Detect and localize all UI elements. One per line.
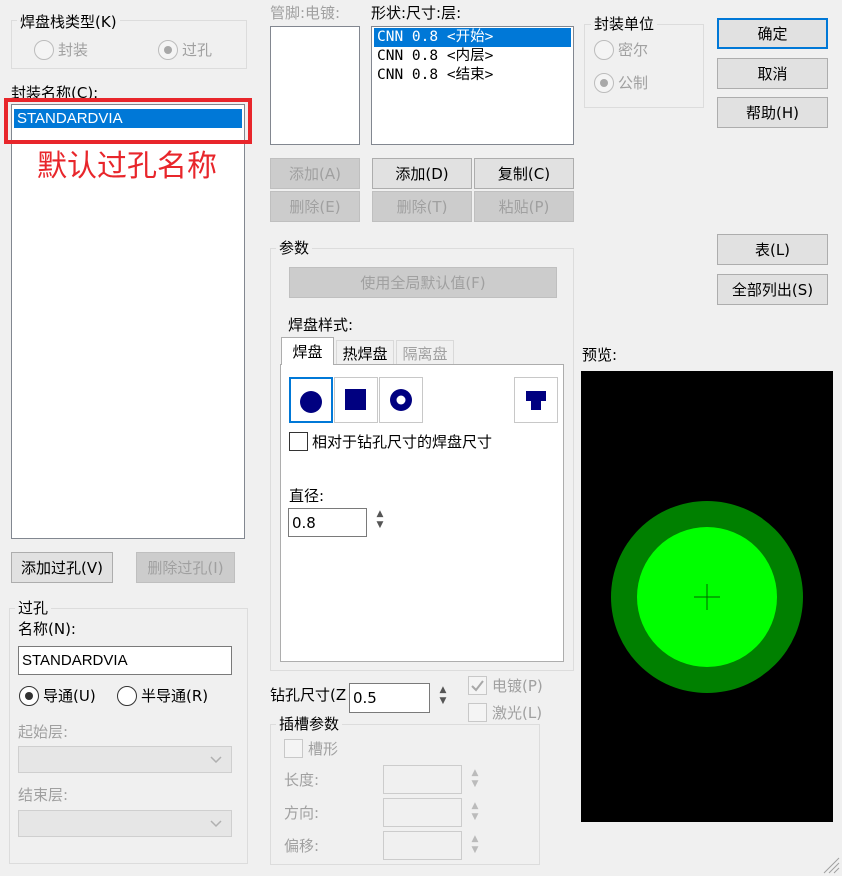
radio-metric[interactable]	[594, 73, 614, 93]
list-item[interactable]: CNN 0.8 <开始>	[374, 28, 571, 47]
via-preview-graphic	[611, 501, 803, 693]
radio-mil[interactable]	[594, 40, 614, 60]
resize-grip-icon[interactable]	[820, 854, 840, 874]
slot-length-input[interactable]	[383, 765, 462, 794]
radio-semi-through-label: 半导通(R)	[141, 687, 209, 705]
slot-offset-input[interactable]	[383, 831, 462, 860]
radio-via-label: 过孔	[182, 41, 213, 59]
delete-pin-button[interactable]: 删除(E)	[270, 191, 360, 222]
table-button[interactable]: 表(L)	[717, 234, 828, 265]
delete-via-button[interactable]: 删除过孔(I)	[136, 552, 235, 583]
add-shape-button[interactable]: 添加(D)	[372, 158, 472, 189]
diameter-label: 直径:	[289, 487, 325, 505]
shape-size-layer-list[interactable]: CNN 0.8 <开始> CNN 0.8 <内层> CNN 0.8 <结束>	[371, 26, 574, 145]
slot-length-stepper[interactable]: ▲ ▼	[469, 768, 481, 790]
checkmark-icon	[471, 680, 484, 692]
slotted-checkbox[interactable]	[284, 739, 303, 758]
laser-checkbox[interactable]	[468, 703, 487, 722]
drill-size-stepper[interactable]: ▲ ▼	[437, 685, 449, 707]
start-layer-select[interactable]	[18, 746, 232, 773]
pad-style-label: 焊盘样式:	[288, 316, 354, 334]
help-button[interactable]: 帮助(H)	[717, 97, 828, 128]
cancel-button[interactable]: 取消	[717, 58, 828, 89]
tab-thermal[interactable]: 热焊盘	[336, 340, 394, 365]
drill-size-label: 钻孔尺寸(Z	[270, 686, 347, 704]
radio-through[interactable]	[19, 686, 39, 706]
default-via-name-annotation: 默认过孔名称	[37, 149, 217, 184]
pad-stack-type-title: 焊盘栈类型(K)	[17, 12, 120, 32]
use-global-defaults-button[interactable]: 使用全局默认值(F)	[289, 267, 557, 298]
units-title: 封装单位	[591, 14, 658, 34]
pin-plating-list[interactable]	[270, 26, 360, 145]
list-all-button[interactable]: 全部列出(S)	[717, 274, 828, 305]
add-pin-button[interactable]: 添加(A)	[270, 158, 360, 189]
via-name-label: 名称(N):	[18, 620, 76, 638]
radio-metric-label: 公制	[618, 74, 649, 92]
laser-label: 激光(L)	[492, 704, 543, 722]
params-title: 参数	[276, 238, 313, 258]
annular-pad-icon	[390, 389, 412, 411]
paste-shape-button[interactable]: 粘贴(P)	[474, 191, 574, 222]
list-item[interactable]: CNN 0.8 <内层>	[374, 47, 571, 66]
round-pad-button[interactable]	[289, 377, 333, 423]
annular-pad-button[interactable]	[379, 377, 423, 423]
radio-through-label: 导通(U)	[43, 687, 96, 705]
relative-size-label: 相对于钻孔尺寸的焊盘尺寸	[312, 433, 493, 451]
copy-shape-button[interactable]: 复制(C)	[474, 158, 574, 189]
slot-offset-stepper[interactable]: ▲ ▼	[469, 834, 481, 856]
radio-package-label: 封装	[58, 41, 89, 59]
via-title: 过孔	[15, 598, 52, 618]
pin-plating-label: 管脚:电镀:	[270, 4, 341, 22]
tab-pad[interactable]: 焊盘	[281, 337, 334, 365]
plated-checkbox[interactable]	[468, 676, 487, 695]
diameter-stepper[interactable]: ▲ ▼	[374, 509, 386, 531]
ok-button[interactable]: 确定	[717, 18, 828, 49]
round-pad-icon	[300, 391, 322, 413]
add-via-button[interactable]: 添加过孔(V)	[11, 552, 113, 583]
tab-antipad[interactable]: 隔离盘	[396, 340, 454, 365]
slot-direction-label: 方向:	[284, 804, 320, 822]
shape-size-layer-label: 形状:尺寸:层:	[371, 4, 462, 22]
end-layer-select[interactable]	[18, 810, 232, 837]
slot-params-title: 插槽参数	[276, 714, 343, 734]
radio-package[interactable]	[34, 40, 54, 60]
via-name-input[interactable]: STANDARDVIA	[18, 646, 232, 675]
chevron-down-icon	[210, 756, 222, 764]
units-group	[584, 24, 704, 108]
slot-offset-label: 偏移:	[284, 837, 320, 855]
highlight-box	[4, 98, 252, 144]
preview-canvas	[581, 371, 833, 822]
start-layer-label: 起始层:	[18, 723, 69, 741]
slot-direction-input[interactable]	[383, 798, 462, 827]
radio-semi-through[interactable]	[117, 686, 137, 706]
list-item[interactable]: CNN 0.8 <结束>	[374, 66, 571, 85]
slot-direction-stepper[interactable]: ▲ ▼	[469, 801, 481, 823]
diameter-input[interactable]: 0.8	[288, 508, 367, 537]
preview-label: 预览:	[582, 346, 618, 364]
delete-shape-button[interactable]: 删除(T)	[372, 191, 472, 222]
end-layer-label: 结束层:	[18, 786, 69, 804]
radio-via[interactable]	[158, 40, 178, 60]
custom-pad-button[interactable]	[514, 377, 558, 423]
radio-mil-label: 密尔	[618, 41, 649, 59]
slot-length-label: 长度:	[284, 771, 320, 789]
relative-size-checkbox[interactable]	[289, 432, 308, 451]
slotted-label: 槽形	[308, 740, 339, 758]
drill-size-input[interactable]: 0.5	[349, 683, 430, 713]
chevron-down-icon	[210, 820, 222, 828]
plated-label: 电镀(P)	[492, 677, 543, 695]
custom-pad-icon	[526, 391, 546, 410]
square-pad-icon	[345, 389, 366, 410]
square-pad-button[interactable]	[334, 377, 378, 423]
